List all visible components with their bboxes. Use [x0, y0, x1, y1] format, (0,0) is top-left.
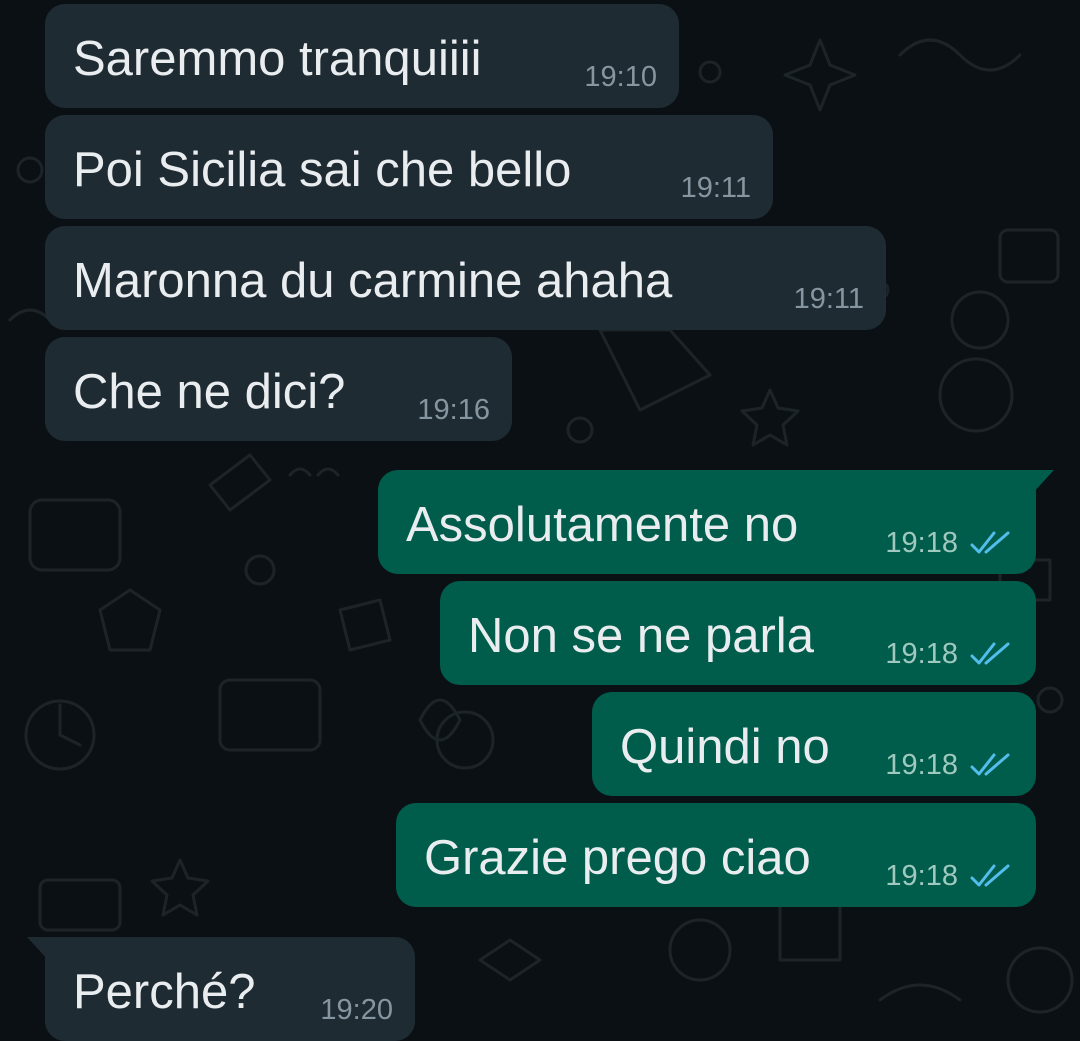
incoming-message-bubble[interactable]: Che ne dici? 19:16	[45, 337, 512, 441]
incoming-message-bubble[interactable]: Perché? 19:20	[27, 937, 415, 1041]
message-text: Perché?	[73, 965, 256, 1019]
outgoing-message-bubble[interactable]: Non se ne parla 19:18	[440, 581, 1036, 685]
bubble-tail	[1032, 470, 1054, 494]
message-timestamp: 19:20	[320, 994, 393, 1026]
message-timestamp: 19:11	[793, 283, 864, 315]
message-text: Grazie prego ciao	[424, 831, 811, 885]
outgoing-message-bubble[interactable]: Grazie prego ciao 19:18	[396, 803, 1036, 907]
message-timestamp: 19:10	[584, 61, 657, 93]
message-text: Maronna du carmine ahaha	[73, 254, 673, 308]
message-text: Quindi no	[620, 720, 830, 774]
message-timestamp: 19:18	[885, 749, 958, 781]
message-timestamp: 19:11	[680, 172, 751, 204]
bubble-tail	[27, 937, 49, 961]
incoming-message-bubble[interactable]: Maronna du carmine ahaha 19:11	[45, 226, 886, 330]
message-timestamp: 19:18	[885, 860, 958, 892]
incoming-message-bubble[interactable]: Saremmo tranquiiii 19:10	[45, 4, 679, 108]
double-check-icon	[970, 753, 1010, 776]
message-timestamp: 19:18	[885, 638, 958, 670]
message-text: Che ne dici?	[73, 365, 346, 419]
chat-message-list[interactable]: Saremmo tranquiiii 19:10 Poi Sicilia sai…	[0, 0, 1080, 1041]
outgoing-message-bubble[interactable]: Quindi no 19:18	[592, 692, 1036, 796]
message-timestamp: 19:16	[417, 394, 490, 426]
double-check-icon	[970, 531, 1010, 554]
incoming-message-bubble[interactable]: Poi Sicilia sai che bello 19:11	[45, 115, 773, 219]
message-timestamp: 19:18	[885, 527, 958, 559]
message-text: Saremmo tranquiiii	[73, 32, 482, 86]
message-text: Non se ne parla	[468, 609, 814, 663]
double-check-icon	[970, 864, 1010, 887]
message-text: Poi Sicilia sai che bello	[73, 143, 572, 197]
message-text: Assolutamente no	[406, 498, 799, 552]
double-check-icon	[970, 642, 1010, 665]
outgoing-message-bubble[interactable]: Assolutamente no 19:18	[378, 470, 1054, 574]
